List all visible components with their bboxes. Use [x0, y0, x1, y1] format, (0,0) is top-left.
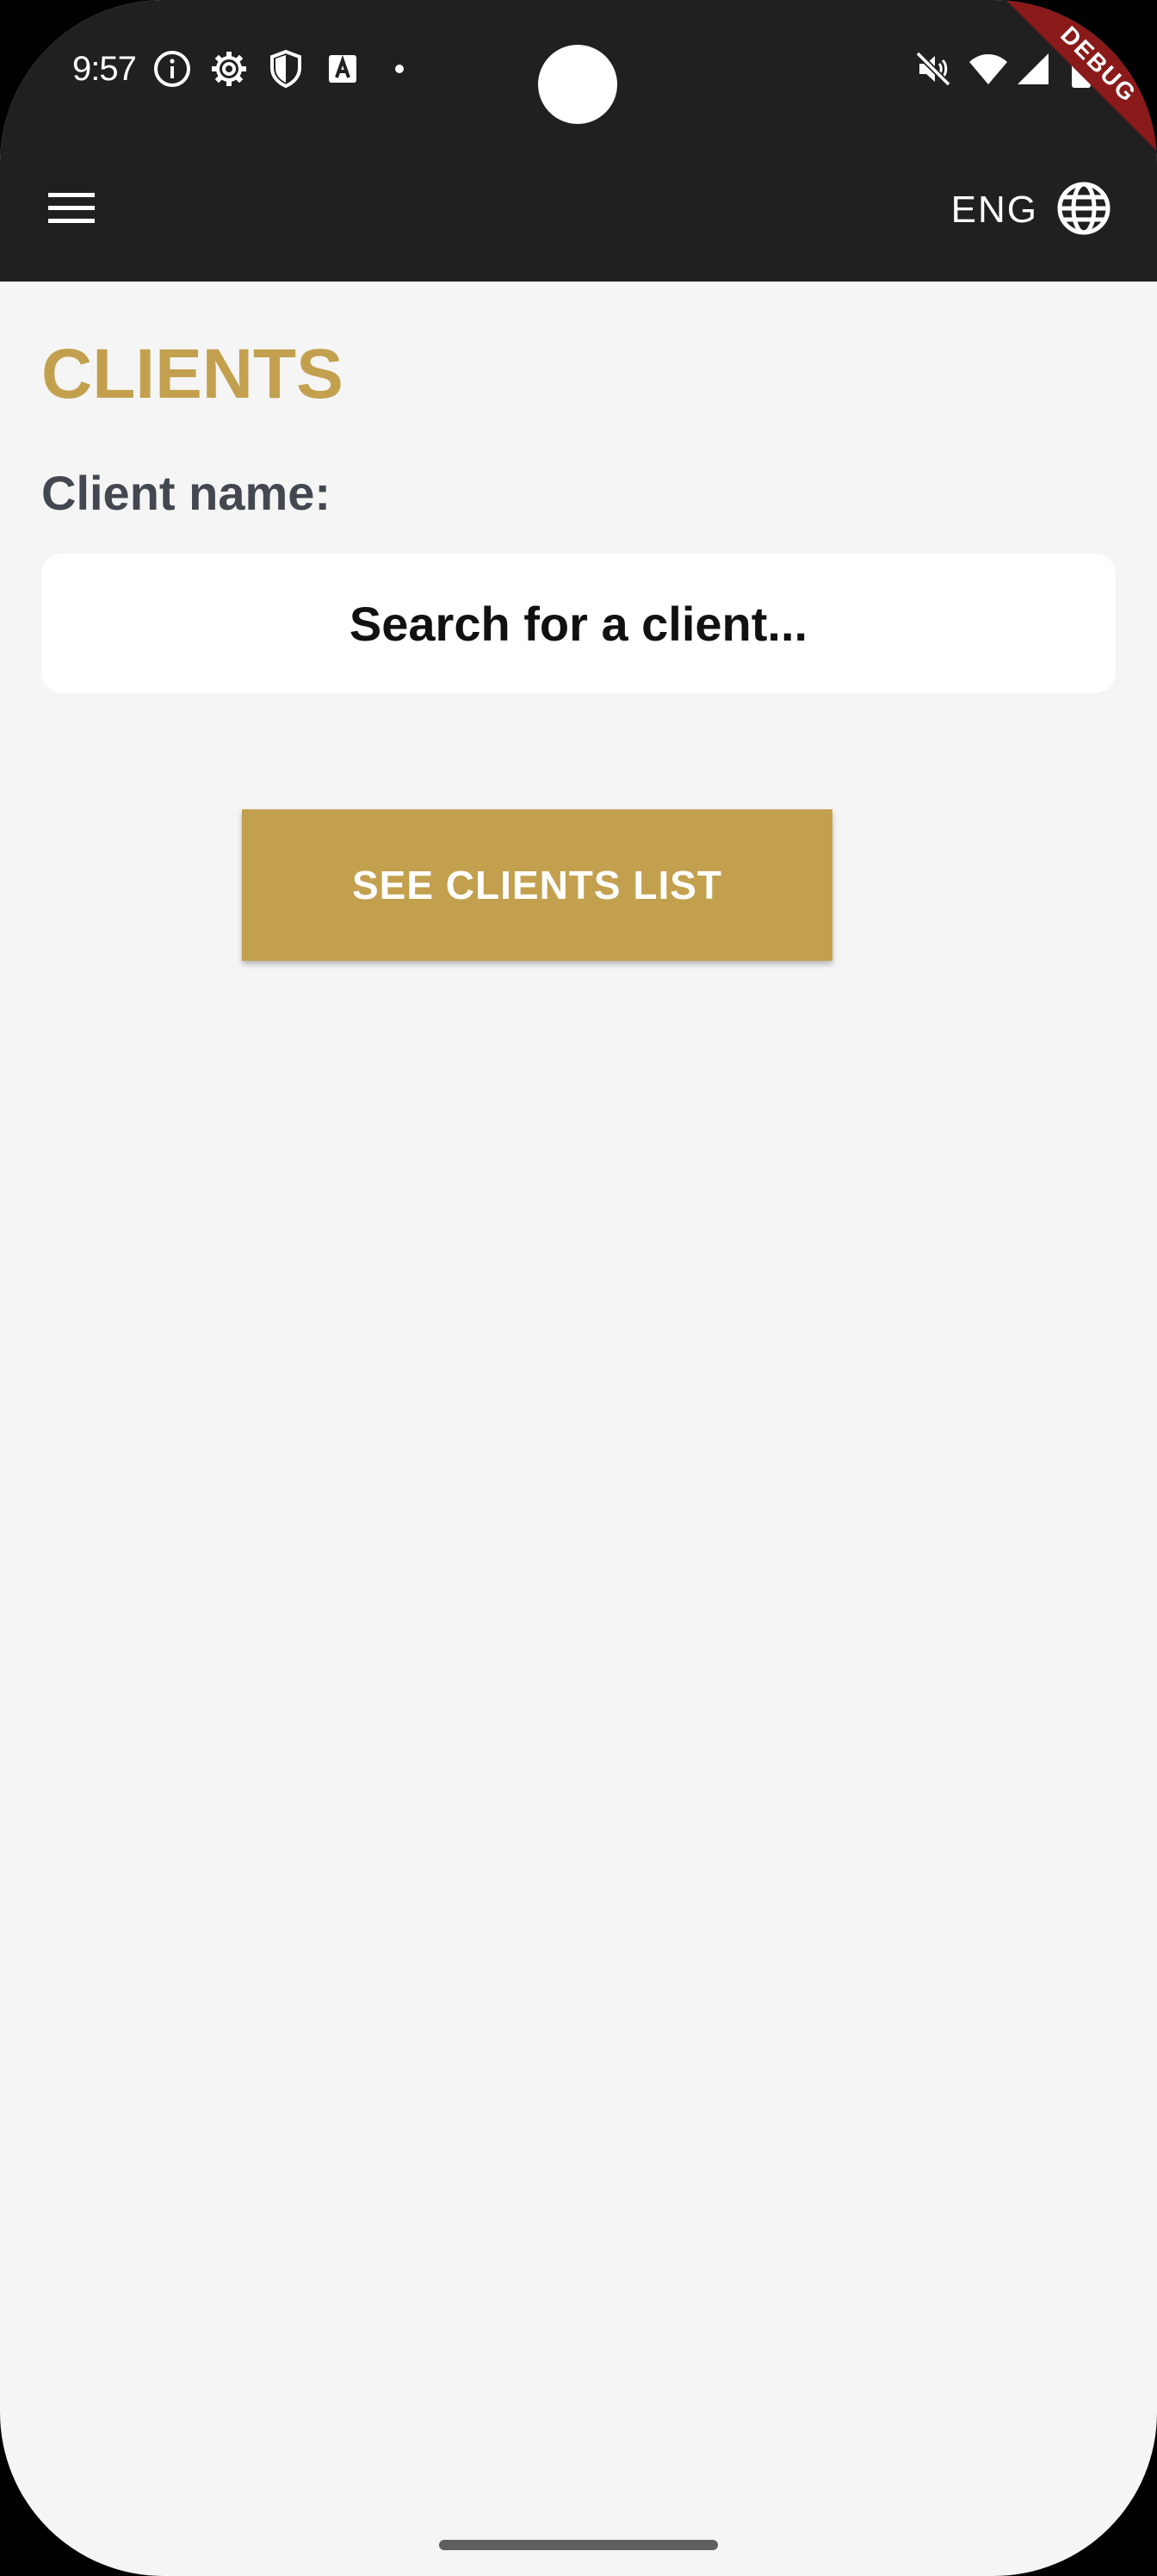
wifi-icon: [968, 48, 1009, 90]
page-title: CLIENTS: [41, 335, 343, 413]
globe-icon: [1055, 180, 1112, 241]
language-selector[interactable]: ENG: [951, 179, 1112, 241]
hamburger-menu-icon: [46, 189, 98, 232]
notification-dot-icon: [379, 48, 420, 90]
text-a-icon: [322, 48, 363, 90]
client-name-label: Client name:: [41, 466, 331, 520]
mute-icon: [913, 48, 954, 90]
menu-button[interactable]: [41, 179, 103, 241]
client-search-input[interactable]: [41, 553, 1116, 694]
see-clients-list-button[interactable]: SEE CLIENTS LIST: [242, 809, 832, 961]
phone-screen: 9:57 DEBUG ENG CLIENTS Client name: Sear…: [0, 0, 1157, 2576]
client-search-box[interactable]: [41, 553, 1116, 694]
home-indicator[interactable]: [439, 2540, 718, 2550]
language-label: ENG: [950, 189, 1038, 231]
shield-icon: [265, 48, 306, 90]
top-app-bar: 9:57 DEBUG ENG: [0, 0, 1157, 282]
settings-gear-icon: [208, 48, 250, 90]
info-icon: [152, 48, 193, 90]
clients-content: CLIENTS Client name:: [41, 282, 1116, 694]
status-time: 9:57: [72, 50, 137, 88]
camera-cutout: [538, 45, 617, 124]
signal-icon: [1012, 48, 1054, 90]
